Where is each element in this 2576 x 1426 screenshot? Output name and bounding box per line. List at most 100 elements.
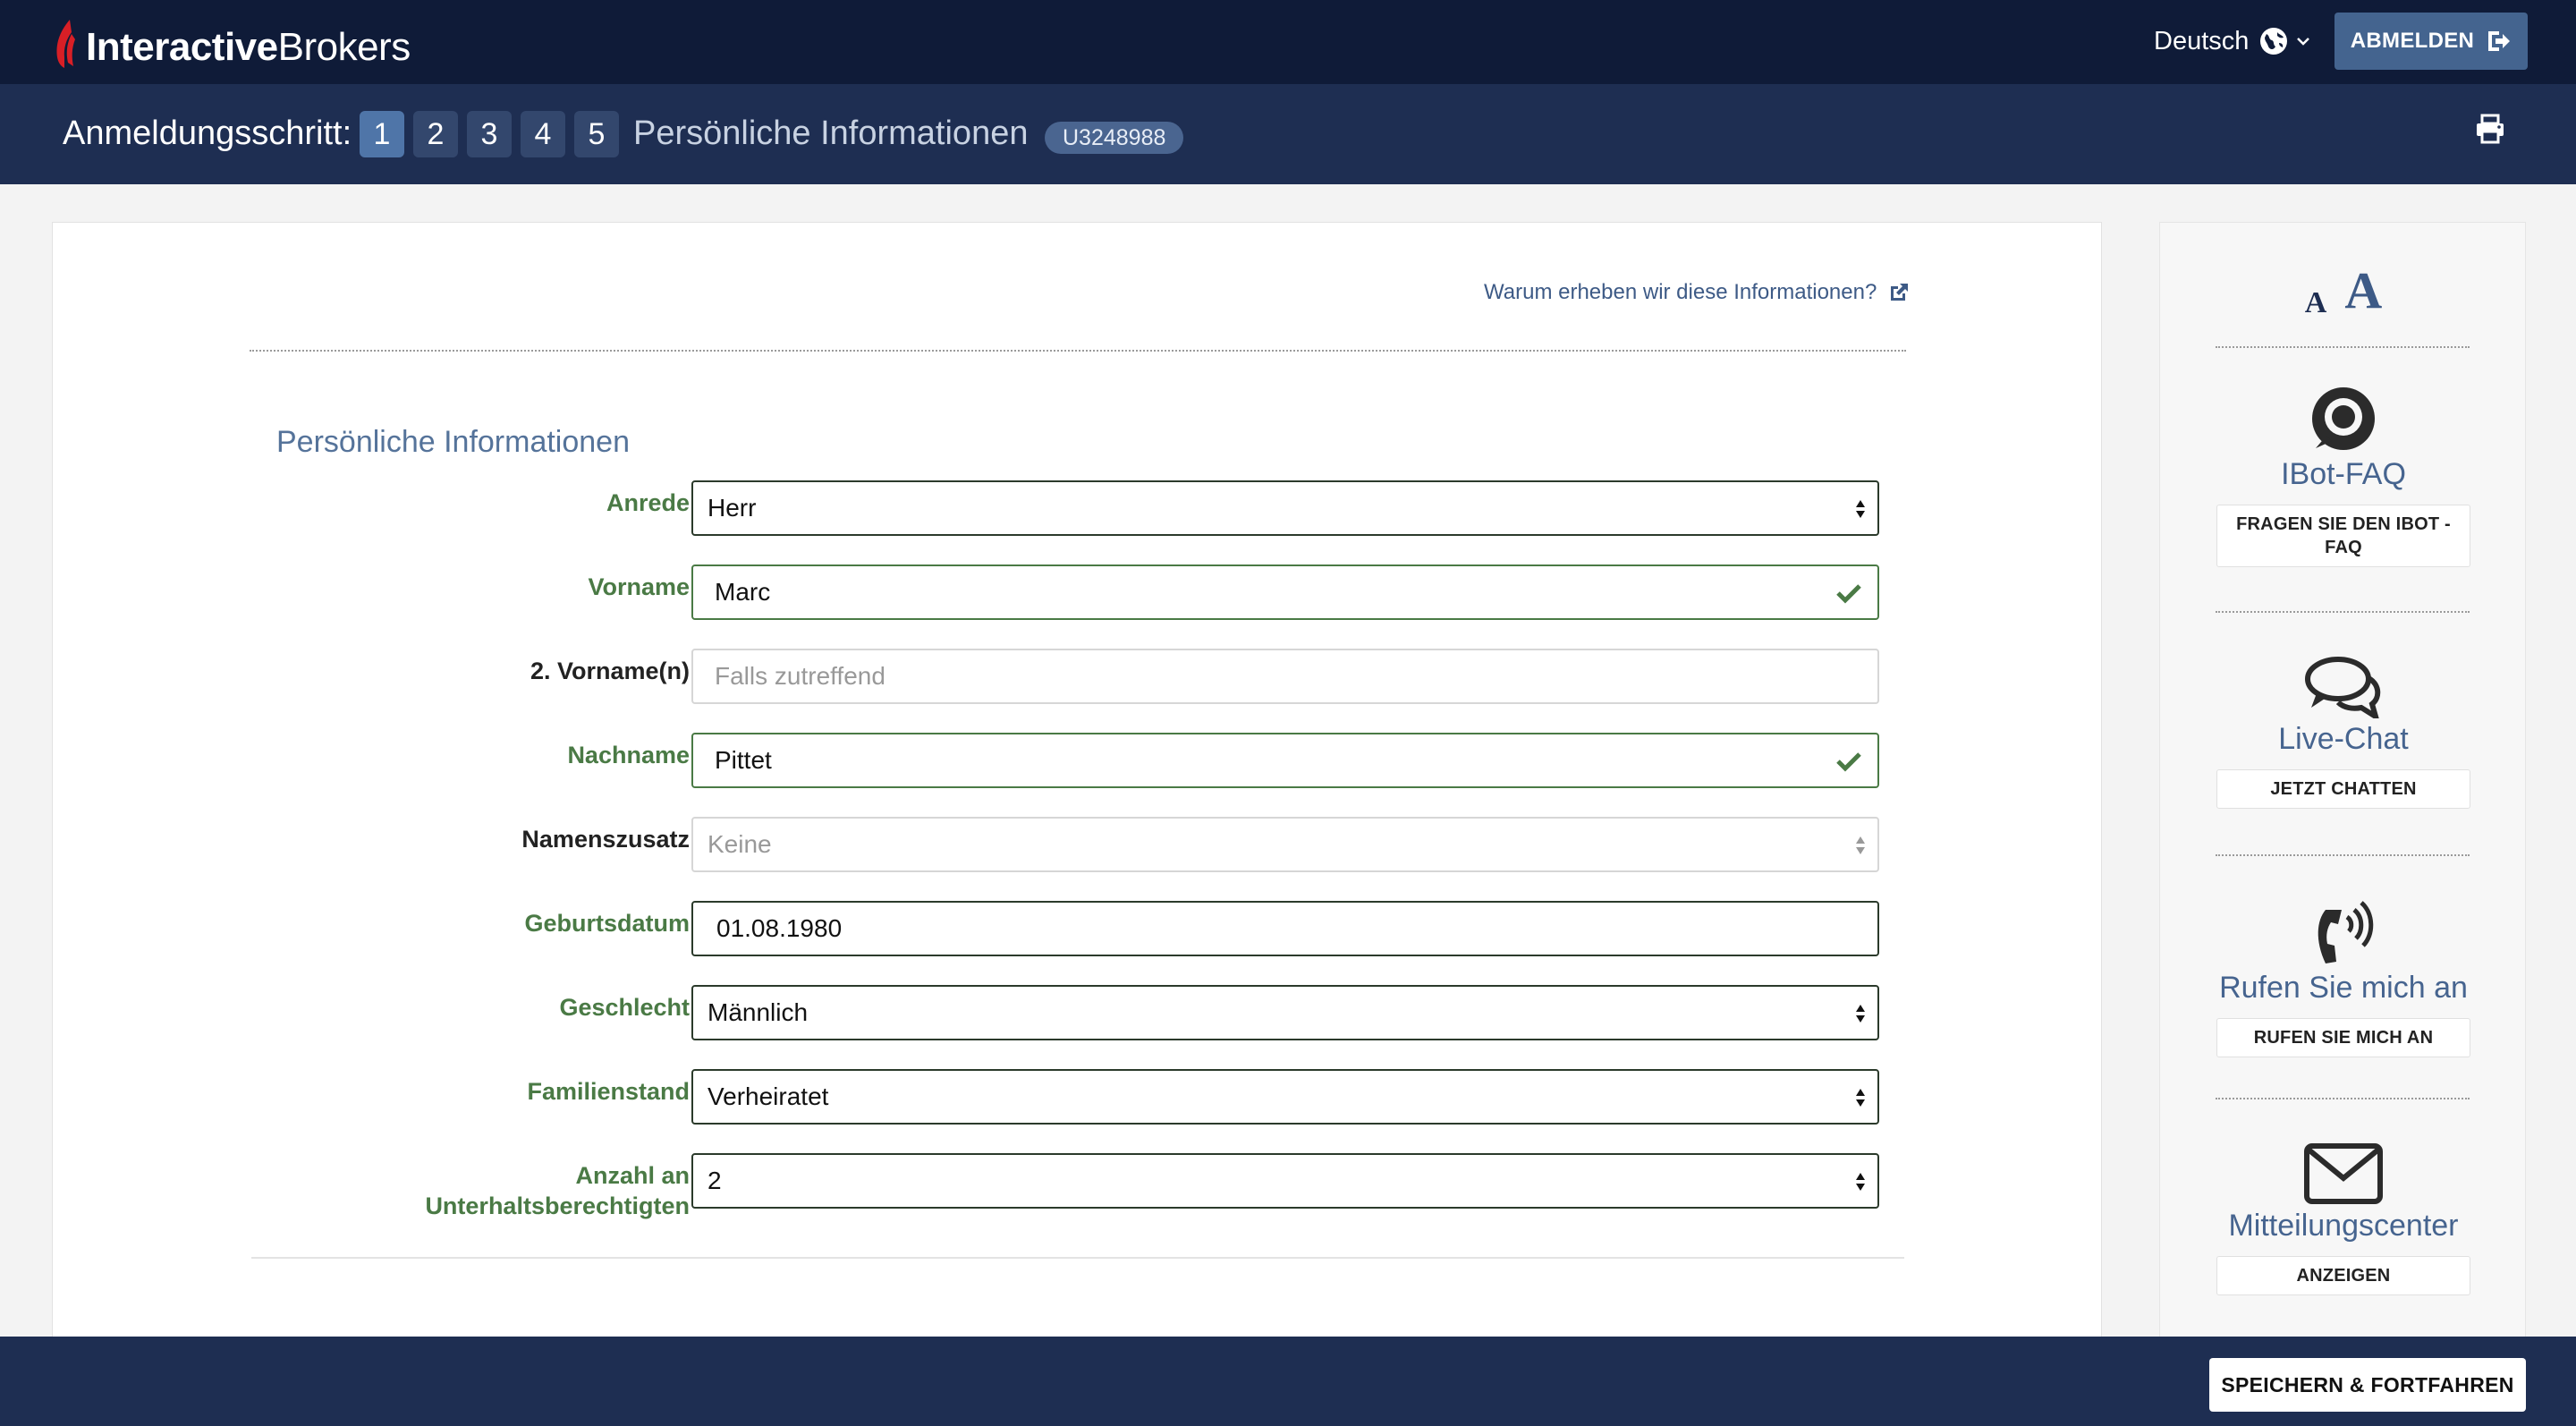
ask-ibot-button[interactable]: FRAGEN SIE DEN IBOT - FAQ xyxy=(2216,505,2470,567)
birth-date-value: 01.08.1980 xyxy=(716,914,843,942)
font-increase-button[interactable]: A xyxy=(2344,260,2382,320)
gender-label: Geschlecht xyxy=(559,994,690,1021)
logout-label: ABMELDEN xyxy=(2350,29,2475,53)
step-1[interactable]: 1 xyxy=(360,111,404,157)
marital-status-value: Verheiratet xyxy=(708,1082,829,1110)
call-me-title: Rufen Sie mich an xyxy=(2219,971,2468,1005)
live-chat-title: Live-Chat xyxy=(2278,722,2409,756)
sidebar-divider xyxy=(2216,611,2470,613)
interactive-brokers-logo[interactable]: InteractiveBrokers xyxy=(52,16,411,70)
marital-status-label: Familienstand xyxy=(527,1078,690,1105)
globe-icon xyxy=(2260,28,2288,55)
step-2[interactable]: 2 xyxy=(413,111,458,157)
gender-select[interactable]: Männlich xyxy=(691,985,1879,1040)
logo-flame-icon xyxy=(56,20,75,68)
section-title: Persönliche Informationen xyxy=(276,425,631,459)
select-arrows-icon xyxy=(1856,500,1865,518)
step-3[interactable]: 3 xyxy=(467,111,512,157)
select-arrows-icon xyxy=(1856,1173,1865,1191)
salutation-label: Anrede xyxy=(606,489,690,516)
why-link-label: Warum erheben wir diese Informationen? xyxy=(1484,280,1877,304)
step-title: Persönliche Informationen xyxy=(633,115,1029,152)
ibot-faq-block: IBot-FAQ FRAGEN SIE DEN IBOT - FAQ xyxy=(2160,384,2527,567)
salutation-select[interactable]: Herr xyxy=(691,480,1879,536)
marital-status-select[interactable]: Verheiratet xyxy=(691,1069,1879,1125)
live-chat-block: Live-Chat JETZT CHATTEN xyxy=(2160,656,2527,809)
birth-date-row: Geburtsdatum 01.08.1980 xyxy=(53,901,2103,956)
middle-name-label: 2. Vorname(n) xyxy=(530,658,690,684)
salutation-value: Herr xyxy=(708,494,757,522)
select-arrows-icon xyxy=(1856,1089,1865,1107)
dependents-row: Anzahl an Unterhaltsberechtigten 2 xyxy=(53,1153,2103,1219)
ibot-icon xyxy=(2312,387,2375,450)
first-name-label: Vorname xyxy=(588,573,690,600)
sign-out-icon xyxy=(2488,31,2511,51)
dependents-select[interactable]: 2 xyxy=(691,1153,1879,1209)
language-selector[interactable]: Deutsch xyxy=(2154,23,2311,59)
divider xyxy=(251,1257,1904,1259)
external-link-icon xyxy=(1891,284,1909,301)
chat-bubbles-icon xyxy=(2305,657,2381,718)
last-name-row: Nachname Pittet xyxy=(53,733,2103,788)
language-label: Deutsch xyxy=(2154,26,2250,55)
sidebar-divider xyxy=(2216,1098,2470,1099)
logo-text: InteractiveBrokers xyxy=(86,25,411,69)
sidebar-divider xyxy=(2216,854,2470,856)
select-arrows-icon xyxy=(1856,836,1865,854)
call-me-button[interactable]: RUFEN SIE MICH AN xyxy=(2216,1018,2470,1057)
middle-name-placeholder: Falls zutreffend xyxy=(715,662,886,690)
envelope-icon xyxy=(2304,1143,2383,1204)
message-center-block: Mitteilungscenter ANZEIGEN xyxy=(2160,1142,2527,1295)
sidebar-divider xyxy=(2216,346,2470,348)
why-collect-info-link[interactable]: Warum erheben wir diese Informationen? xyxy=(1484,280,1911,305)
call-me-block: Rufen Sie mich an RUFEN SIE MICH AN xyxy=(2160,890,2527,1057)
name-suffix-select[interactable]: Keine xyxy=(691,817,1879,872)
first-name-input[interactable]: Marc xyxy=(691,564,1879,620)
save-continue-button[interactable]: SPEICHERN & FORTFAHREN xyxy=(2209,1358,2526,1412)
first-name-value: Marc xyxy=(715,578,771,606)
last-name-value: Pittet xyxy=(715,746,772,774)
dependents-value: 2 xyxy=(708,1167,722,1194)
name-suffix-label: Namenszusatz xyxy=(521,826,690,853)
step-4[interactable]: 4 xyxy=(521,111,565,157)
dependents-label-line2: Unterhaltsberechtigten xyxy=(425,1193,690,1219)
font-decrease-button[interactable]: A xyxy=(2305,286,2327,320)
font-size-controls: A A xyxy=(2160,260,2527,320)
last-name-input[interactable]: Pittet xyxy=(691,733,1879,788)
logout-button[interactable]: ABMELDEN xyxy=(2334,13,2528,70)
top-bar: InteractiveBrokers Deutsch ABMELDEN xyxy=(0,0,2576,84)
middle-name-row: 2. Vorname(n) Falls zutreffend xyxy=(53,649,2103,704)
step-indicator: 1 2 3 4 5 xyxy=(360,111,619,157)
ibot-title: IBot-FAQ xyxy=(2281,457,2406,491)
first-name-row: Vorname Marc xyxy=(53,564,2103,620)
print-icon[interactable] xyxy=(2474,113,2506,145)
name-suffix-value: Keine xyxy=(708,830,772,858)
select-arrows-icon xyxy=(1856,1005,1865,1023)
view-messages-button[interactable]: ANZEIGEN xyxy=(2216,1256,2470,1295)
account-id-badge: U3248988 xyxy=(1045,122,1184,154)
gender-row: Geschlecht Männlich xyxy=(53,985,2103,1040)
step-5[interactable]: 5 xyxy=(574,111,619,157)
salutation-row: Anrede Herr xyxy=(53,480,2103,536)
dependents-label-line1: Anzahl an xyxy=(575,1162,690,1189)
checkmark-icon xyxy=(1836,584,1861,604)
checkmark-icon xyxy=(1836,752,1861,772)
chat-now-button[interactable]: JETZT CHATTEN xyxy=(2216,769,2470,809)
help-sidebar: A A IBot-FAQ FRAGEN SIE DEN IBOT - FAQ L… xyxy=(2159,222,2526,1426)
marital-status-row: Familienstand Verheiratet xyxy=(53,1069,2103,1125)
middle-name-input[interactable]: Falls zutreffend xyxy=(691,649,1879,704)
chevron-down-icon xyxy=(2297,38,2310,46)
dependents-label: Anzahl an Unterhaltsberechtigten xyxy=(425,1160,690,1221)
registration-step-bar: Anmeldungsschritt: 1 2 3 4 5 Persönliche… xyxy=(0,84,2576,184)
phone-ringing-icon xyxy=(2318,901,2374,963)
divider xyxy=(250,350,1906,352)
step-label: Anmeldungsschritt: xyxy=(63,115,352,152)
last-name-label: Nachname xyxy=(567,742,690,768)
personal-info-form-panel: Warum erheben wir diese Informationen? P… xyxy=(52,222,2102,1426)
footer-bar: SPEICHERN & FORTFAHREN xyxy=(0,1337,2576,1426)
message-center-title: Mitteilungscenter xyxy=(2228,1209,2459,1243)
birth-date-label: Geburtsdatum xyxy=(524,910,690,937)
name-suffix-row: Namenszusatz Keine xyxy=(53,817,2103,872)
birth-date-input[interactable]: 01.08.1980 xyxy=(691,901,1879,956)
gender-value: Männlich xyxy=(708,998,809,1026)
